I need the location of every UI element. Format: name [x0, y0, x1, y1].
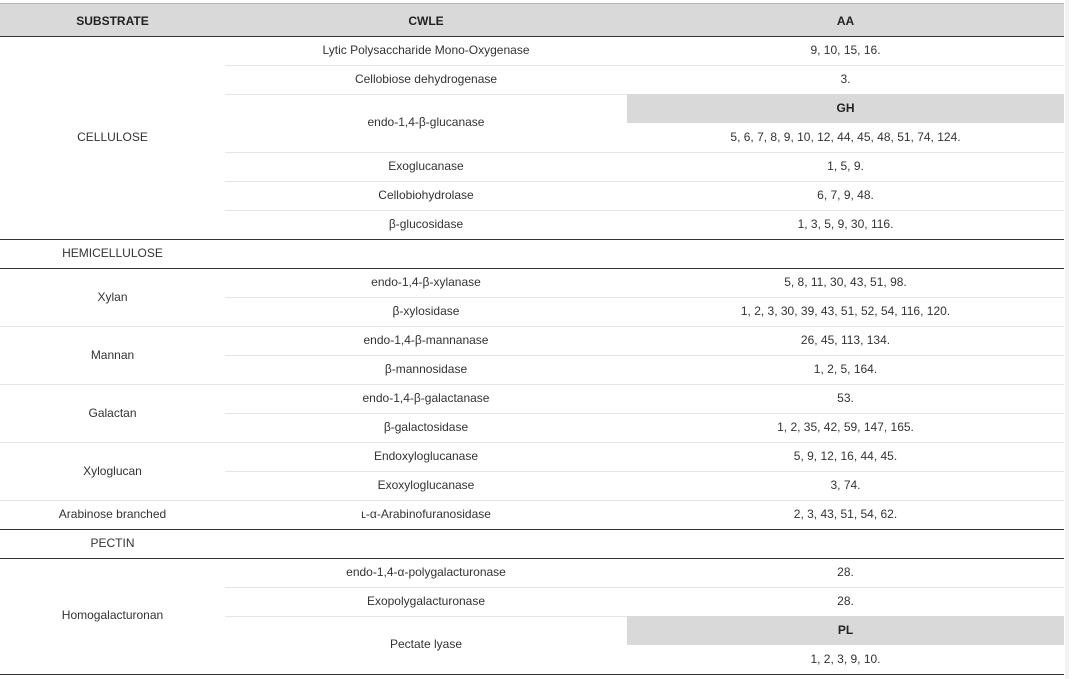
aa-cell: 3.: [840, 72, 851, 86]
substrate-cellulose: CELLULOSE: [77, 130, 148, 144]
cwle-cell: endo-1,4-β-galactanase: [362, 391, 490, 405]
aa-cell: 28.: [837, 594, 854, 608]
cwle-cell: Lytic Polysaccharide Mono-Oxygenase: [322, 43, 530, 57]
section-pectin: PECTIN: [90, 536, 135, 550]
cwle-cell: Cellobiose dehydrogenase: [354, 72, 498, 86]
aa-cell: 9, 10, 15, 16.: [810, 43, 881, 57]
aa-cell: 1, 2, 3, 30, 39, 43, 51, 52, 54, 116, 12…: [740, 304, 951, 318]
cwle-cell: Exoglucanase: [388, 159, 464, 173]
cwle-cell: β-galactosidase: [383, 420, 469, 434]
cwle-cell: endo-1,4-β-mannanase: [363, 333, 489, 347]
cwle-cell: Exopolygalacturonase: [366, 594, 486, 608]
aa-cell: 2, 3, 43, 51, 54, 62.: [793, 507, 898, 521]
substrate-mannan: Mannan: [90, 348, 135, 362]
aa-cell: 53.: [837, 391, 854, 405]
gh-subheader: GH: [627, 94, 1064, 123]
substrate-homogalacturonan: Homogalacturonan: [61, 608, 164, 622]
header-substrate: SUBSTRATE: [76, 14, 149, 28]
header-cwle: CWLE: [408, 14, 444, 28]
aa-cell: 6, 7, 9, 48.: [817, 188, 874, 202]
aa-cell: 28.: [837, 565, 854, 579]
aa-cell: 1, 3, 5, 9, 30, 116.: [797, 217, 894, 231]
aa-cell: 1, 2, 5, 164.: [813, 362, 878, 376]
cwle-cell: β-mannosidase: [384, 362, 468, 376]
rule-table-bottom: [0, 674, 1064, 675]
table-header: SUBSTRATE CWLE AA: [0, 3, 1064, 36]
table-frame: SUBSTRATE CWLE AA CELLULOSE Lytic Polysa…: [0, 0, 1064, 679]
aa-cell: 1, 2, 35, 42, 59, 147, 165.: [777, 420, 914, 434]
scrollbar-track[interactable]: [1065, 0, 1069, 679]
substrate-xyloglucan: Xyloglucan: [83, 464, 142, 478]
aa-cell: 5, 8, 11, 30, 43, 51, 98.: [784, 275, 907, 289]
cwle-cell: endo-1,4-β-glucanase: [367, 115, 485, 129]
substrate-galactan: Galactan: [88, 406, 137, 420]
cwle-cell: Endoxyloglucanase: [373, 449, 479, 463]
aa-cell: 1, 5, 9.: [827, 159, 864, 173]
aa-cell: 5, 6, 7, 8, 9, 10, 12, 44, 45, 48, 51, 7…: [730, 130, 961, 144]
cwle-cell: β-xylosidase: [392, 304, 460, 318]
substrate-xylan: Xylan: [97, 290, 128, 304]
section-hemicellulose: HEMICELLULOSE: [62, 246, 163, 260]
cwle-cell: endo-1,4-β-xylanase: [371, 275, 481, 289]
header-aa: AA: [836, 14, 855, 28]
aa-cell: 1, 2, 3, 9, 10.: [810, 652, 881, 666]
cwle-cell: β-glucosidase: [388, 217, 464, 231]
aa-cell: 3, 74.: [830, 478, 861, 492]
aa-cell: 5, 9, 12, 16, 44, 45.: [793, 449, 898, 463]
cwle-cell: Exoxyloglucanase: [377, 478, 475, 492]
aa-cell: 26, 45, 113, 134.: [800, 333, 891, 347]
enzyme-table: SUBSTRATE CWLE AA CELLULOSE Lytic Polysa…: [0, 0, 1069, 679]
cwle-cell: Cellobiohydrolase: [378, 188, 474, 202]
cwle-cell: endo-1,4-α-polygalacturonase: [346, 565, 506, 579]
cwle-cell: ʟ-α-Arabinofuranosidase: [361, 507, 491, 521]
pl-subheader: PL: [627, 616, 1064, 645]
substrate-arabinose-branched: Arabinose branched: [58, 507, 167, 521]
cwle-cell: Pectate lyase: [389, 637, 463, 651]
